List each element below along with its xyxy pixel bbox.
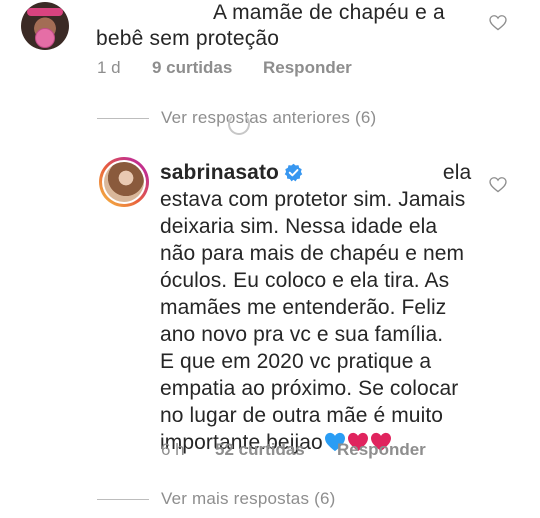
verified-badge-icon	[284, 163, 303, 182]
comment-meta: 1 d	[97, 58, 121, 78]
reply-line-6: mamães me entenderão. Feliz	[160, 296, 447, 319]
headband-decor	[27, 8, 63, 16]
reply-line-5: óculos. Eu coloco e ela tira. As	[160, 269, 450, 292]
reply-line-3: deixaria sim. Nessa idade ela	[160, 215, 438, 238]
comment-text: A mamãe de chapéu e a bebê sem proteção	[96, 0, 456, 52]
reply-line-2: estava com protetor sim. Jamais	[160, 188, 466, 211]
bubblegum-decor	[35, 28, 55, 48]
comment-likes[interactable]: 9 curtidas	[152, 58, 232, 78]
mention-redaction	[305, 169, 435, 179]
comment-line-1: A mamãe de chapéu e a	[213, 1, 445, 24]
reply-body: sabrinasato ela estava com protetor sim.…	[160, 159, 490, 456]
reply-reply-button[interactable]: Responder	[337, 440, 426, 460]
view-previous-replies-link[interactable]: Ver respostas anteriores (6)	[161, 108, 376, 128]
reply-line-10: no lugar de outra mãe é muito	[160, 404, 444, 427]
view-more-replies-link[interactable]: Ver mais respostas (6)	[161, 489, 335, 509]
comment-time: 1 d	[97, 58, 121, 77]
replies-divider	[97, 118, 149, 119]
reply-time: 6 h	[161, 440, 185, 459]
heart-outline-icon[interactable]	[489, 15, 507, 31]
reply-line-9: empatia ao próximo. Se colocar	[160, 377, 459, 400]
reply-meta: 6 h	[161, 440, 185, 460]
more-replies-divider	[97, 499, 149, 500]
reply-avatar[interactable]	[99, 157, 149, 207]
reply-line-1: ela	[442, 161, 472, 184]
comment-line-2: bebê sem proteção	[96, 27, 280, 50]
profile-photo	[104, 162, 144, 202]
reply-line-7: ano novo pra vc e sua família.	[160, 323, 444, 346]
reply-line-4: não para mais de chapéu e nem	[160, 242, 465, 265]
reply-line-8: E que em 2020 vc pratique a	[160, 350, 432, 373]
commenter-avatar[interactable]	[21, 2, 69, 50]
loading-spinner-icon	[228, 113, 250, 135]
heart-outline-icon[interactable]	[489, 177, 507, 193]
reply-username[interactable]: sabrinasato	[160, 161, 279, 184]
reply-likes[interactable]: 52 curtidas	[215, 440, 305, 460]
comment-reply-button[interactable]: Responder	[263, 58, 352, 78]
